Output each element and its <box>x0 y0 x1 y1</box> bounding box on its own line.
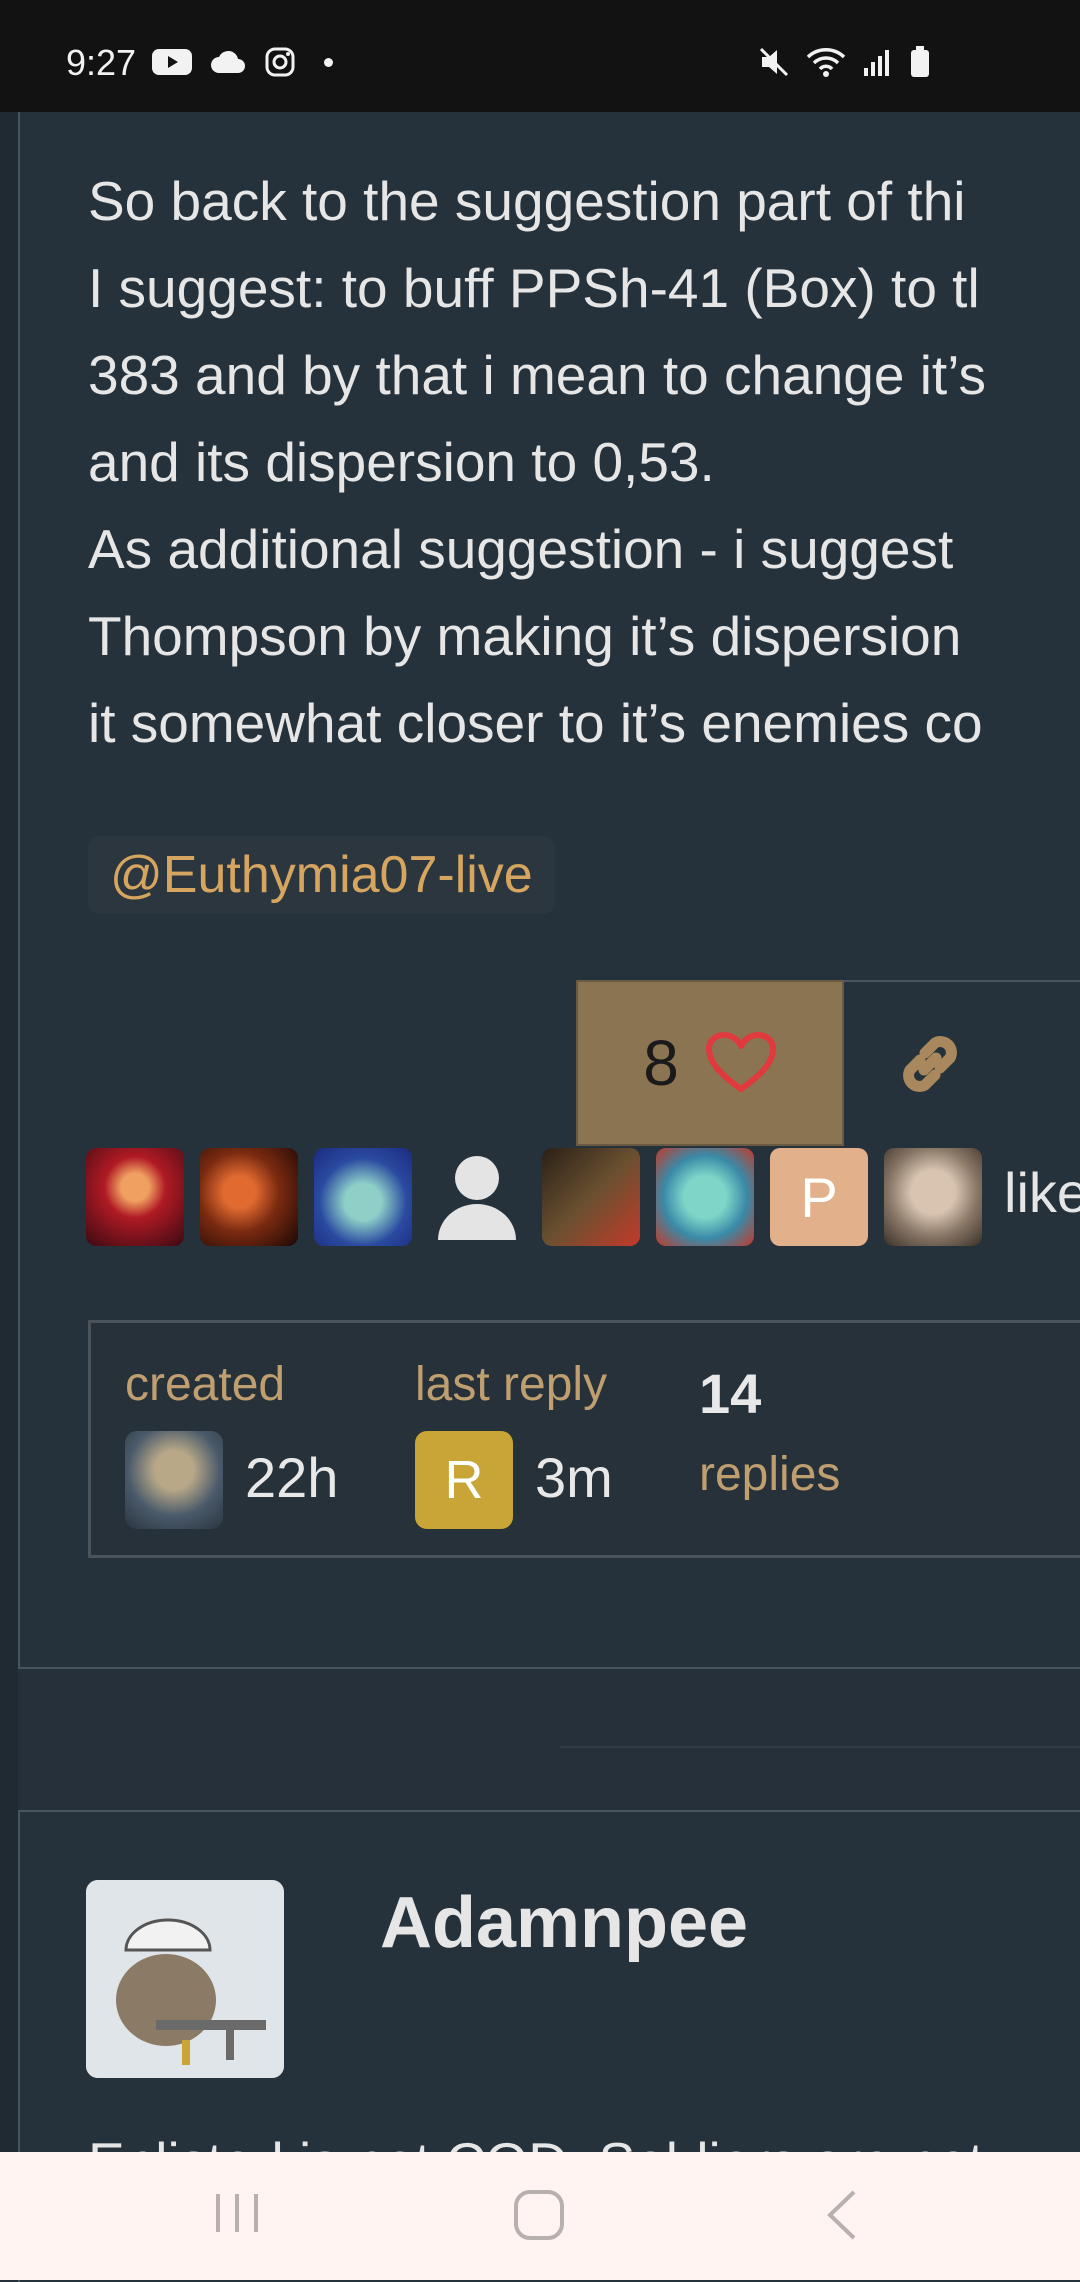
liker-avatar[interactable] <box>86 1148 184 1246</box>
notification-dot <box>324 57 333 67</box>
last-reply-label: last reply <box>415 1358 608 1411</box>
signal-icon <box>864 50 889 76</box>
system-nav-bar <box>0 2152 1080 2280</box>
author-avatar-image <box>86 1880 284 2078</box>
liker-avatar[interactable] <box>428 1148 526 1246</box>
likers-avatars: P <box>86 1148 982 1246</box>
post-line: So back to the suggestion part of thi <box>88 170 966 232</box>
post-line: I suggest: to buff PPSh-41 (Box) to tl <box>88 257 980 319</box>
last-reply-value: 3m <box>535 1446 613 1509</box>
share-link-button[interactable] <box>844 980 1080 1146</box>
author-name[interactable]: Adamnpee <box>380 1882 748 1964</box>
battery-icon <box>911 46 929 77</box>
status-time: 9:27 <box>66 42 137 83</box>
post-line: As additional suggestion - i suggest <box>88 518 954 580</box>
post-line: it somewhat closer to it’s enemies co <box>88 692 983 754</box>
created-value: 22h <box>245 1446 339 1509</box>
like-count: 8 <box>643 1027 679 1099</box>
post-body: So back to the suggestion part of thi I … <box>88 158 1080 767</box>
divider <box>560 1746 1080 1748</box>
instagram-icon <box>265 47 295 77</box>
wifi-icon <box>806 48 846 77</box>
liker-initial: P <box>800 1165 838 1229</box>
replies-label: replies <box>699 1448 841 1501</box>
mute-icon <box>759 47 789 77</box>
liker-avatar[interactable] <box>200 1148 298 1246</box>
youtube-icon <box>152 49 192 75</box>
liker-avatar[interactable] <box>884 1148 982 1246</box>
post-line: and its dispersion to 0,53. <box>88 431 715 493</box>
post-line: 383 and by that i mean to change it’s <box>88 344 986 406</box>
replies-count: 14 <box>699 1362 762 1425</box>
recent-apps-icon[interactable] <box>212 2188 262 2238</box>
default-user-icon <box>438 1156 516 1240</box>
created-label: created <box>125 1358 286 1411</box>
topic-map[interactable]: created 22h last reply R 3m 14 replies <box>88 1320 1080 1558</box>
last-reply-initial: R <box>444 1450 484 1510</box>
page-gutter <box>0 112 18 2152</box>
status-left-icons <box>152 46 333 78</box>
liker-avatar[interactable] <box>314 1148 412 1246</box>
liker-avatar[interactable] <box>542 1148 640 1246</box>
liker-avatar[interactable] <box>656 1148 754 1246</box>
last-reply-avatar: R <box>415 1431 513 1529</box>
author-avatar[interactable] <box>86 1880 284 2078</box>
home-icon[interactable] <box>512 2188 566 2242</box>
heart-icon <box>705 1032 776 1092</box>
post-line: Thompson by making it’s dispersion <box>88 605 962 667</box>
status-right-icons <box>758 46 930 78</box>
like-button[interactable]: 8 <box>576 980 844 1146</box>
back-icon[interactable] <box>824 2188 860 2242</box>
user-mention-link[interactable]: @Euthymia07-live <box>88 836 555 914</box>
creator-avatar <box>125 1431 223 1529</box>
link-icon <box>903 1036 957 1092</box>
cloud-icon <box>211 50 245 73</box>
status-bar: 9:27 <box>0 0 1080 112</box>
liker-avatar[interactable]: P <box>770 1148 868 1246</box>
likes-label[interactable]: like <box>1004 1160 1080 1225</box>
